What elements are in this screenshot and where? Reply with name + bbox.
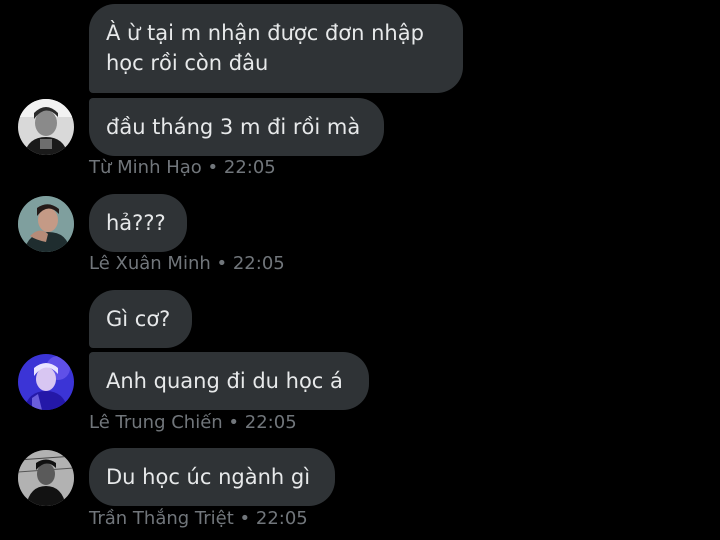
message-bubble[interactable]: hả??? bbox=[89, 194, 187, 252]
avatar[interactable] bbox=[18, 354, 74, 410]
message-meta: Trần Thắng Triệt • 22:05 bbox=[89, 508, 308, 530]
chat-thread: À ừ tại m nhận được đơn nhập học rồi còn… bbox=[0, 0, 720, 540]
meta-separator: • bbox=[228, 412, 240, 433]
message-bubble[interactable]: À ừ tại m nhận được đơn nhập học rồi còn… bbox=[89, 4, 463, 93]
message-meta: Từ Minh Hạo • 22:05 bbox=[89, 157, 276, 179]
message-text: học rồi còn đâu bbox=[106, 51, 269, 75]
avatar-image bbox=[18, 196, 74, 252]
meta-separator: • bbox=[216, 253, 228, 274]
message-meta: Lê Xuân Minh • 22:05 bbox=[89, 253, 285, 275]
sender-name[interactable]: Lê Xuân Minh bbox=[89, 253, 211, 274]
avatar[interactable] bbox=[18, 99, 74, 155]
message-text: đầu tháng 3 m đi rồi mà bbox=[106, 115, 361, 139]
avatar[interactable] bbox=[18, 450, 74, 506]
message-text: Gì cơ? bbox=[106, 307, 171, 331]
message-text: Du học úc ngành gì bbox=[106, 465, 311, 489]
message-bubble[interactable]: Du học úc ngành gì bbox=[89, 448, 335, 506]
meta-separator: • bbox=[239, 508, 251, 529]
message-meta: Lê Trung Chiến • 22:05 bbox=[89, 412, 297, 434]
message-time: 22:05 bbox=[223, 157, 276, 178]
message-time: 22:05 bbox=[232, 253, 285, 274]
avatar[interactable] bbox=[18, 196, 74, 252]
message-bubble[interactable]: đầu tháng 3 m đi rồi mà bbox=[89, 98, 384, 156]
avatar-image bbox=[18, 99, 74, 155]
sender-name[interactable]: Từ Minh Hạo bbox=[89, 157, 202, 178]
sender-name[interactable]: Lê Trung Chiến bbox=[89, 412, 223, 433]
avatar-image bbox=[18, 450, 74, 506]
message-bubble[interactable]: Anh quang đi du học á bbox=[89, 352, 369, 410]
message-time: 22:05 bbox=[255, 508, 308, 529]
message-text: hả??? bbox=[106, 211, 166, 235]
message-time: 22:05 bbox=[244, 412, 297, 433]
sender-name[interactable]: Trần Thắng Triệt bbox=[89, 508, 234, 529]
meta-separator: • bbox=[207, 157, 219, 178]
message-text: À ừ tại m nhận được đơn nhập bbox=[106, 21, 424, 45]
avatar-image bbox=[18, 354, 74, 410]
message-text: Anh quang đi du học á bbox=[106, 369, 343, 393]
message-bubble[interactable]: Gì cơ? bbox=[89, 290, 192, 348]
